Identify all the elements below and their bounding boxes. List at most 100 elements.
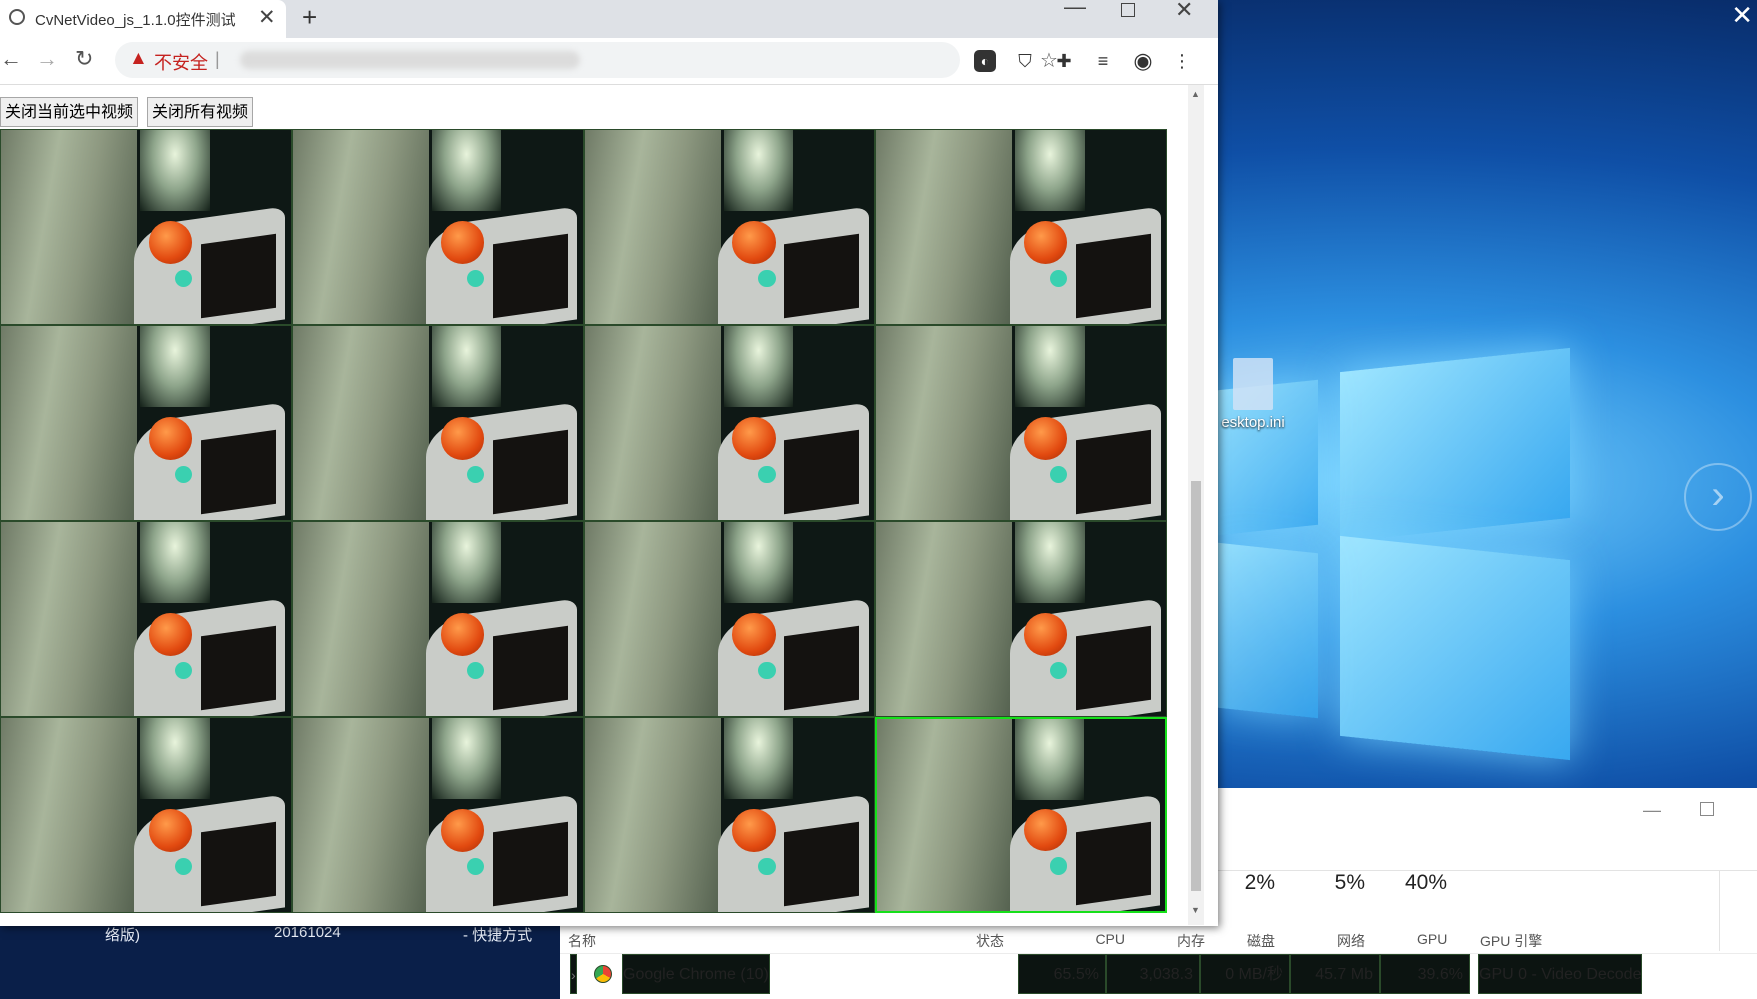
video-frame-display (784, 625, 860, 710)
video-frame-light (431, 326, 502, 408)
desktop-icon-labels: 络版) 20161024 - 快捷方式 (0, 922, 560, 999)
extension-icon[interactable]: ◐ (974, 50, 996, 72)
video-cell[interactable] (875, 129, 1167, 325)
network-stat[interactable]: 5% (1305, 871, 1365, 895)
video-cell[interactable] (875, 717, 1167, 913)
maximize-icon[interactable] (1700, 802, 1714, 816)
video-frame-button (732, 221, 776, 264)
video-frame-light (1015, 326, 1085, 408)
video-frame-background (1, 326, 138, 520)
video-cell[interactable] (0, 325, 292, 521)
video-cell[interactable] (291, 325, 584, 521)
video-frame-button (1024, 417, 1068, 460)
video-frame-background (1, 130, 138, 324)
video-cell[interactable] (0, 129, 292, 325)
video-cell[interactable] (291, 129, 584, 325)
video-frame-background (876, 522, 1013, 716)
process-gpu-engine: GPU 0 - Video Decode (1478, 954, 1643, 994)
col-header-memory[interactable]: 内存 (1160, 931, 1205, 951)
video-frame-background (877, 719, 1013, 911)
process-row[interactable]: › Google Chrome (10) 65.5% 3,038.3 0 MB/… (560, 953, 1757, 996)
video-cell[interactable] (583, 325, 876, 521)
video-frame-display (1076, 233, 1152, 318)
tab-strip: CvNetVideo_js_1.1.0控件测试 ✕ + — ✕ (0, 0, 1218, 38)
forward-icon[interactable]: → (36, 46, 58, 72)
disk-percent: 2% (1244, 871, 1275, 894)
video-frame-display (200, 821, 277, 906)
chevron-right-icon[interactable]: › (1684, 463, 1752, 531)
minimize-icon[interactable]: — (1643, 800, 1661, 821)
col-header-network[interactable]: 网络 (1335, 931, 1365, 951)
video-frame-light (1015, 522, 1085, 604)
video-frame-light (431, 130, 502, 212)
col-header-status[interactable]: 状态 (976, 931, 1004, 951)
reload-icon[interactable]: ↻ (75, 46, 93, 72)
profile-icon[interactable]: ◉ (1132, 50, 1154, 72)
scrollbar[interactable]: ▲ ▼ (1188, 85, 1204, 925)
desktop-file-icon[interactable]: esktop.ini (1218, 358, 1288, 431)
video-frame-indicator (758, 465, 776, 484)
col-header-gpu[interactable]: GPU (1417, 931, 1447, 947)
video-frame-indicator (758, 661, 776, 680)
tab-active[interactable]: CvNetVideo_js_1.1.0控件测试 ✕ (0, 0, 286, 38)
puzzle-icon[interactable]: ✚ (1053, 50, 1075, 72)
menu-icon[interactable]: ⋮ (1171, 50, 1193, 72)
close-all-videos-button[interactable]: 关闭所有视频 (147, 97, 254, 127)
video-frame-display (784, 233, 860, 318)
close-icon[interactable]: ✕ (1731, 0, 1753, 31)
video-frame-display (1076, 625, 1152, 710)
video-frame-light (140, 718, 210, 800)
security-indicator[interactable]: 不安全 (154, 49, 208, 75)
video-frame-light (1015, 719, 1085, 800)
desktop-label: 络版) (105, 927, 140, 944)
page-content: 关闭当前选中视频 关闭所有视频 (0, 85, 1218, 925)
video-cell[interactable] (0, 521, 292, 717)
video-frame-light (140, 326, 210, 408)
video-frame-button (148, 221, 193, 264)
close-selected-video-button[interactable]: 关闭当前选中视频 (0, 97, 139, 127)
video-cell[interactable] (875, 325, 1167, 521)
col-header-name[interactable]: 名称 (568, 931, 596, 951)
video-cell[interactable] (583, 521, 876, 717)
video-frame-background (584, 718, 721, 912)
video-cell[interactable] (291, 521, 584, 717)
video-cell[interactable] (583, 717, 876, 913)
video-frame-background (1, 718, 138, 912)
process-memory: 3,038.3 (1106, 954, 1200, 994)
shield-icon[interactable]: ⛉ (1014, 50, 1036, 72)
video-frame-button (440, 221, 484, 264)
minimize-icon[interactable]: — (1064, 0, 1086, 20)
scroll-up-icon[interactable]: ▲ (1191, 89, 1200, 99)
video-cell[interactable] (583, 129, 876, 325)
video-frame-display (492, 821, 568, 906)
scroll-down-icon[interactable]: ▼ (1191, 905, 1200, 915)
video-frame-button (148, 417, 193, 460)
video-cell[interactable] (291, 717, 584, 913)
process-cpu: 65.5% (1018, 954, 1106, 994)
video-frame-background (1, 522, 138, 716)
maximize-icon[interactable] (1121, 3, 1135, 17)
col-header-disk[interactable]: 磁盘 (1245, 931, 1275, 951)
video-frame-light (723, 130, 794, 212)
video-frame-background (292, 130, 429, 324)
media-icon[interactable]: ≡ (1092, 50, 1114, 72)
video-frame-indicator (466, 661, 484, 680)
gpu-stat[interactable]: 40% (1382, 871, 1447, 895)
col-header-cpu[interactable]: CPU (1075, 931, 1125, 947)
back-icon[interactable]: ← (0, 46, 22, 72)
disk-stat[interactable]: 2% (1220, 871, 1275, 895)
video-frame-light (431, 522, 502, 604)
close-icon[interactable]: ✕ (1175, 0, 1193, 23)
new-tab-button[interactable]: + (302, 2, 317, 33)
video-cell[interactable] (875, 521, 1167, 717)
process-disk: 0 MB/秒 (1200, 954, 1290, 994)
video-frame-button (440, 809, 484, 852)
video-frame-button (148, 613, 193, 656)
close-icon[interactable]: ✕ (258, 5, 276, 30)
video-cell[interactable] (0, 717, 292, 913)
video-frame-light (723, 522, 794, 604)
col-header-gpu-engine[interactable]: GPU 引擎 (1480, 931, 1542, 951)
scrollbar-thumb[interactable] (1191, 481, 1201, 891)
address-bar[interactable]: ▲ 不安全 | ☆ (115, 42, 1058, 78)
chevron-right-icon[interactable]: › (570, 954, 577, 994)
